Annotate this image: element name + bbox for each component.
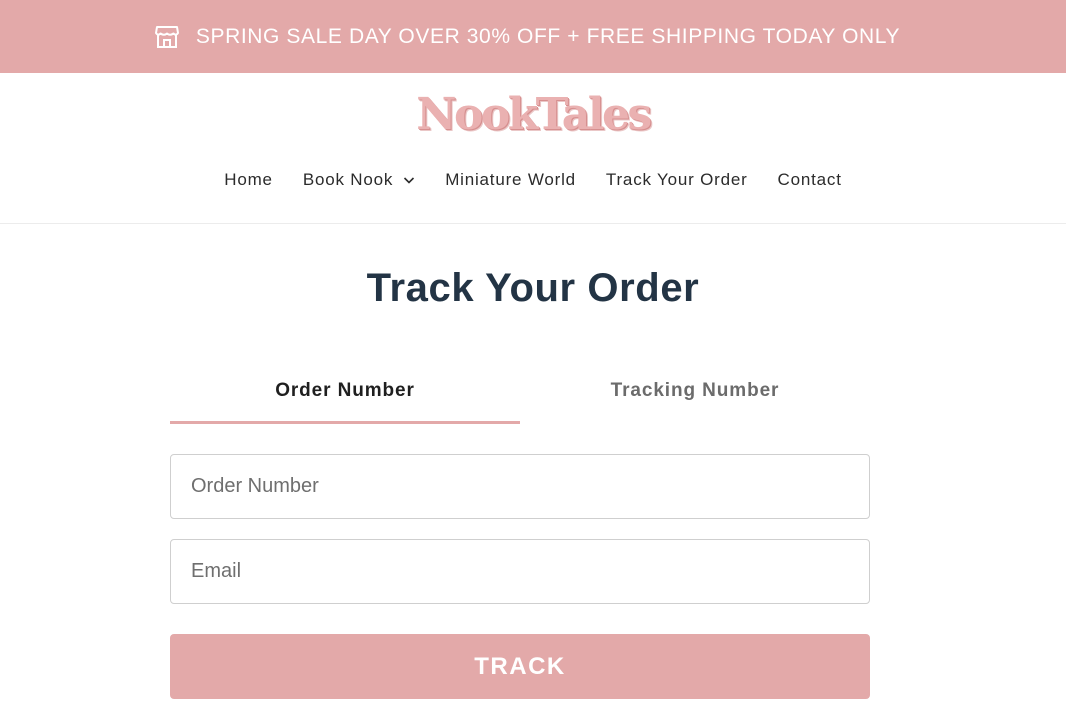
site-header: NookTales Home Book Nook Miniature World…	[0, 73, 1066, 224]
logo-text[interactable]: NookTales	[416, 89, 652, 140]
logo[interactable]: NookTales	[0, 89, 1066, 140]
nav-item-label[interactable]: Contact	[778, 170, 842, 190]
nav-item-label[interactable]: Home	[224, 170, 273, 190]
nav-item-label[interactable]: Miniature World	[445, 170, 576, 190]
email-input[interactable]	[170, 539, 870, 604]
page-title: Track Your Order	[366, 266, 700, 310]
store-icon	[154, 25, 180, 49]
announcement-text: SPRING SALE DAY OVER 30% OFF + FREE SHIP…	[195, 24, 901, 48]
track-button[interactable]: TRACK	[170, 634, 870, 699]
nav-item-contact[interactable]: Contact	[778, 170, 842, 190]
nav-item-home[interactable]: Home	[224, 170, 273, 190]
announcement-bar: SPRING SALE DAY OVER 30% OFF + FREE SHIP…	[0, 0, 1066, 73]
lookup-tabs: Order Number Tracking Number	[170, 360, 870, 424]
order-number-input[interactable]	[170, 454, 870, 519]
nav-item-track-your-order[interactable]: Track Your Order	[606, 170, 748, 190]
nav-item-miniature-world[interactable]: Miniature World	[445, 170, 576, 190]
chevron-down-icon[interactable]	[403, 174, 415, 186]
nav-item-label[interactable]: Book Nook	[303, 170, 393, 190]
nav-item-label[interactable]: Track Your Order	[606, 170, 748, 190]
tab-order-number[interactable]: Order Number	[170, 360, 520, 424]
tab-tracking-number[interactable]: Tracking Number	[520, 360, 870, 424]
main-nav: Home Book Nook Miniature World Track You…	[0, 170, 1066, 190]
nav-item-book-nook[interactable]: Book Nook	[303, 170, 415, 190]
